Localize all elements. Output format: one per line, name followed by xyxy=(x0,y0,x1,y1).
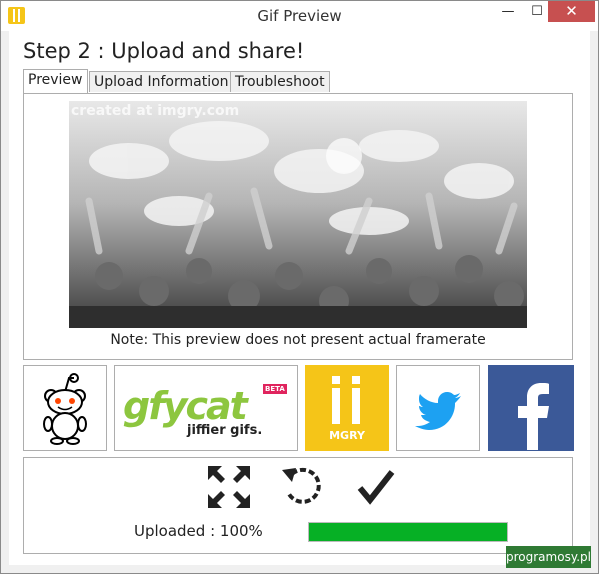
upload-status-box: Uploaded : 100% xyxy=(23,457,573,554)
reddit-share-button[interactable] xyxy=(23,365,107,451)
upload-progress-bar xyxy=(308,522,508,542)
tab-troubleshoot[interactable]: Troubleshoot xyxy=(230,71,330,92)
beta-badge: BETA xyxy=(263,384,287,394)
minimize-button[interactable]: — xyxy=(493,1,523,22)
tab-upload-information[interactable]: Upload Information xyxy=(89,71,234,92)
retry-button[interactable] xyxy=(280,464,326,514)
gfycat-tagline: jiffier gifs. xyxy=(187,423,263,438)
gif-preview-image: created at imgry.com xyxy=(69,101,527,328)
step-title: Step 2 : Upload and share! xyxy=(23,39,305,63)
site-watermark: programosy.pl xyxy=(506,546,591,568)
fullscreen-button[interactable] xyxy=(206,464,252,514)
preview-panel: created at imgry.com Note: This preview … xyxy=(23,93,573,360)
upload-status-label: Uploaded : 100% xyxy=(134,522,263,540)
preview-watermark: created at imgry.com xyxy=(71,103,240,119)
confirm-button[interactable] xyxy=(356,464,396,514)
checkmark-icon xyxy=(357,470,395,505)
twitter-share-button[interactable] xyxy=(396,365,480,451)
gfycat-share-button[interactable]: gfycat jiffier gifs. BETA xyxy=(114,365,298,451)
crowd-image xyxy=(69,101,527,328)
facebook-f-icon xyxy=(489,366,573,450)
tab-preview[interactable]: Preview xyxy=(23,69,88,93)
facebook-share-button[interactable] xyxy=(488,365,574,451)
title-bar[interactable]: Gif Preview — ☐ ✕ xyxy=(1,1,598,31)
imgry-logo-text: MGRY xyxy=(329,429,365,442)
rotate-ccw-icon xyxy=(282,467,321,504)
reddit-alien-icon xyxy=(43,373,87,445)
twitter-bird-icon xyxy=(415,392,461,430)
gif-preview-window: Gif Preview — ☐ ✕ Step 2 : Upload and sh… xyxy=(0,0,599,574)
imgry-share-button[interactable]: MGRY xyxy=(305,365,389,451)
dialog-content: Step 2 : Upload and share! Preview Uploa… xyxy=(9,31,590,565)
close-button[interactable]: ✕ xyxy=(548,1,595,22)
gfycat-logo-text: gfycat xyxy=(123,384,248,428)
framerate-note: Note: This preview does not present actu… xyxy=(110,332,486,348)
upload-progress-fill xyxy=(309,523,507,541)
expand-arrows-icon xyxy=(208,466,250,508)
